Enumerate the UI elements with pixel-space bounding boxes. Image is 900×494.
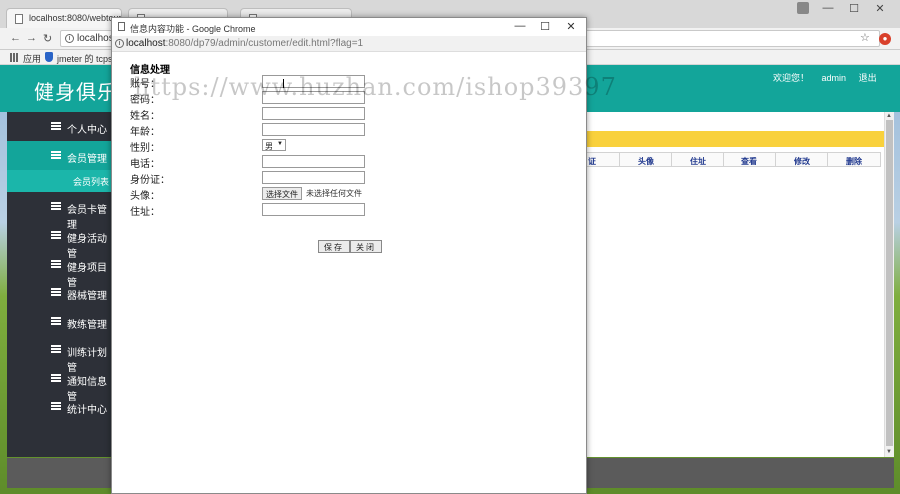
sidebar-item-coaches[interactable]: 教练管理 xyxy=(7,307,112,336)
column-divider xyxy=(619,153,620,166)
column-header: 修改 xyxy=(794,157,810,166)
profile-icon[interactable] xyxy=(797,2,809,14)
maximize-button[interactable]: ☐ xyxy=(537,20,553,33)
close-window-button[interactable]: ✕ xyxy=(870,2,890,15)
choose-file-button[interactable]: 选择文件 xyxy=(262,187,302,200)
column-divider xyxy=(827,153,828,166)
column-header: 证 xyxy=(588,157,596,166)
address-host: localhost xyxy=(126,38,166,49)
gender-select[interactable]: 男 ▼ xyxy=(262,139,286,151)
chevron-down-icon: ▼ xyxy=(277,141,283,147)
info-icon[interactable]: i xyxy=(115,39,124,48)
page-icon xyxy=(15,14,23,24)
scrollbar-thumb[interactable] xyxy=(886,120,893,446)
column-divider xyxy=(671,153,672,166)
stack-icon xyxy=(51,345,61,354)
column-header: 查看 xyxy=(741,157,757,166)
stack-icon xyxy=(51,151,61,160)
sidebar-item-label: 个人中心 xyxy=(67,125,107,136)
stack-icon xyxy=(51,202,61,211)
sidebar-item-notices[interactable]: 通知信息管 xyxy=(7,364,112,403)
sidebar-item-stats[interactable]: 统计中心 xyxy=(7,392,112,421)
address-input[interactable] xyxy=(262,203,365,216)
popup-titlebar: 信息内容功能 - Google Chrome — ☐ ✕ xyxy=(112,18,586,36)
close-window-button[interactable]: ✕ xyxy=(563,20,579,33)
reload-icon[interactable]: ↻ xyxy=(43,32,52,45)
popup-address-bar[interactable]: i localhost:8080/dp79/admin/customer/edi… xyxy=(112,36,586,52)
idcard-input[interactable] xyxy=(262,171,365,184)
stack-icon xyxy=(51,231,61,240)
minimize-button[interactable]: — xyxy=(512,20,528,32)
file-status-text: 未选择任何文件 xyxy=(306,189,362,198)
bookmark-apps[interactable]: 应用 xyxy=(23,52,41,65)
address-path: :8080/dp79/admin/customer/edit.html?flag… xyxy=(165,38,364,49)
gender-value: 男 xyxy=(265,142,273,151)
age-input[interactable] xyxy=(262,123,365,136)
info-icon[interactable]: i xyxy=(65,34,74,43)
field-label-gender: 性别： xyxy=(130,143,160,154)
back-arrow-icon[interactable]: ← xyxy=(10,32,21,44)
user-area: 欢迎您！ admin 退出 xyxy=(773,71,887,84)
phone-input[interactable] xyxy=(262,155,365,168)
bookmark-star-icon[interactable]: ☆ xyxy=(860,31,870,44)
save-button[interactable]: 保存 xyxy=(318,240,350,253)
column-header: 删除 xyxy=(846,157,862,166)
name-input[interactable] xyxy=(262,107,365,120)
sidebar-item-label: 教练管理 xyxy=(67,320,107,331)
logout-link[interactable]: 退出 xyxy=(859,73,877,83)
welcome-text: 欢迎您！ xyxy=(773,73,810,83)
sidebar-item-membercard[interactable]: 会员卡管理 xyxy=(7,192,112,231)
sidebar-item-label: 器械管理 xyxy=(67,291,107,302)
minimize-button[interactable]: — xyxy=(818,2,838,14)
field-label-address: 住址： xyxy=(130,207,160,218)
column-divider xyxy=(775,153,776,166)
close-button[interactable]: 关闭 xyxy=(350,240,382,253)
sidebar-item-label: 会员管理 xyxy=(67,154,107,165)
tab-title: localhost:8080/webtour xyxy=(29,13,122,23)
stack-icon xyxy=(51,374,61,383)
username-link[interactable]: admin xyxy=(822,73,847,83)
field-label-idcard: 身份证： xyxy=(130,175,170,186)
browser-tab-1[interactable]: localhost:8080/webtour xyxy=(6,8,122,28)
field-label-age: 年龄： xyxy=(130,127,160,138)
maximize-button[interactable]: ☐ xyxy=(844,2,864,15)
field-label-name: 姓名： xyxy=(130,111,160,122)
scroll-down-icon[interactable]: ▼ xyxy=(884,449,894,455)
watermark-text: https://www.huzhan.com/ishop39397 xyxy=(134,73,617,101)
column-header: 住址 xyxy=(690,157,706,166)
scroll-up-icon[interactable]: ▲ xyxy=(884,113,894,119)
extension-icon[interactable]: ● xyxy=(879,33,891,45)
stack-icon xyxy=(51,288,61,297)
stack-icon xyxy=(51,402,61,411)
sidebar-subitem-member-list[interactable]: 会员列表 xyxy=(7,170,112,192)
stack-icon xyxy=(51,122,61,131)
field-label-phone: 电话： xyxy=(130,159,160,170)
bookmark-jmeter[interactable]: jmeter 的 tcpsa xyxy=(57,52,118,65)
sidebar-item-training[interactable]: 训练计划管 xyxy=(7,335,112,374)
sidebar: 个人中心 会员管理 会员列表 会员卡管理 健身活动管 健身项目管 器械管理 教练… xyxy=(7,112,112,457)
column-header: 头像 xyxy=(638,157,654,166)
stack-icon xyxy=(51,260,61,269)
page-icon xyxy=(118,22,125,31)
field-label-avatar: 头像： xyxy=(130,191,160,202)
sidebar-item-personal[interactable]: 个人中心 xyxy=(7,112,112,141)
sidebar-item-projects[interactable]: 健身项目管 xyxy=(7,250,112,289)
sidebar-item-equipment[interactable]: 器械管理 xyxy=(7,278,112,307)
apps-grid-icon[interactable] xyxy=(10,53,19,62)
sidebar-item-activities[interactable]: 健身活动管 xyxy=(7,221,112,260)
popup-title: 信息内容功能 - Google Chrome xyxy=(130,24,256,34)
notice-bar xyxy=(585,131,885,147)
sidebar-item-members[interactable]: 会员管理 xyxy=(7,141,112,170)
shield-icon xyxy=(45,52,53,62)
table-header-row: 证 头像 住址 查看 修改 删除 xyxy=(585,152,881,167)
forward-arrow-icon[interactable]: → xyxy=(26,32,37,44)
stack-icon xyxy=(51,317,61,326)
column-divider xyxy=(723,153,724,166)
sidebar-item-label: 统计中心 xyxy=(67,405,107,416)
